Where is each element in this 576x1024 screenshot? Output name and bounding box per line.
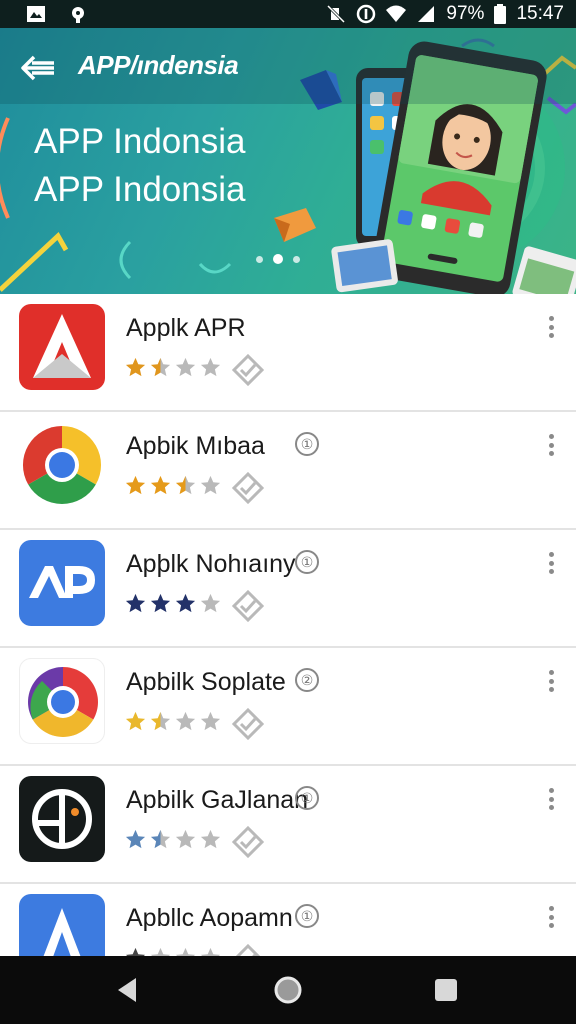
- notification-icon: [72, 7, 84, 23]
- star-icon: [125, 829, 146, 849]
- star-icon: [175, 357, 196, 377]
- list-item[interactable]: Apþlk Nohıaıny ①: [0, 530, 576, 648]
- star-icon: [200, 711, 221, 731]
- recents-square-icon[interactable]: [430, 974, 462, 1006]
- verified-badge-icon: [235, 944, 261, 956]
- star-icon: [175, 829, 196, 849]
- blue-a-logo-icon: [19, 894, 105, 956]
- star-icon: [125, 357, 146, 377]
- app-name: Apbik Mıbaa: [126, 432, 265, 460]
- red-a-logo-icon: [19, 304, 105, 390]
- dark-circle-logo-icon: [19, 776, 105, 862]
- update-badge: ②: [295, 668, 319, 692]
- app-name: Apbilk GaJlanan: [126, 786, 309, 814]
- list-item[interactable]: Applk APR: [0, 294, 576, 412]
- battery-icon: [494, 4, 507, 24]
- rating-stars: [124, 710, 222, 733]
- list-item[interactable]: Apbilk GaJlanan ①: [0, 766, 576, 884]
- star-icon: [150, 357, 171, 377]
- back-arrow-icon: [21, 55, 54, 81]
- star-icon: [175, 711, 196, 731]
- star-icon: [175, 593, 196, 613]
- banner-headline-line-1: APP Indonsia: [34, 122, 246, 161]
- rating-stars: [124, 828, 222, 851]
- star-icon: [200, 475, 221, 495]
- star-icon: [150, 475, 171, 495]
- star-icon: [175, 475, 196, 495]
- update-badge: ①: [295, 550, 319, 574]
- more-options-button[interactable]: [540, 430, 562, 460]
- more-options-button[interactable]: [540, 666, 562, 696]
- verified-badge-icon: [232, 826, 264, 858]
- star-icon: [125, 475, 146, 495]
- more-options-button[interactable]: [540, 784, 562, 814]
- star-icon: [175, 947, 196, 956]
- verified-badge-icon: [232, 590, 264, 622]
- app-name: Apbilk Soplate: [126, 668, 286, 696]
- banner-headline: APP Indonsia APP Indonsia: [34, 118, 245, 214]
- rating-stars: [124, 592, 222, 615]
- verified-badge-icon: [232, 708, 264, 740]
- verified-badge-icon: [232, 354, 264, 386]
- list-item[interactable]: Apbik Mıbaa ①: [0, 412, 576, 530]
- status-bar: 97% 15:47: [0, 0, 576, 28]
- battery-percent: 97%: [446, 3, 485, 24]
- clock: 15:47: [516, 3, 564, 24]
- update-badge: ①: [295, 432, 319, 456]
- more-options-button[interactable]: [540, 548, 562, 578]
- rating-stars: [124, 946, 222, 956]
- star-icon: [125, 593, 146, 613]
- chrome-logo-icon: [19, 422, 105, 508]
- star-icon: [125, 947, 146, 956]
- star-icon: [200, 829, 221, 849]
- star-icon: [150, 829, 171, 849]
- more-options-button[interactable]: [540, 902, 562, 932]
- update-badge: ①: [295, 786, 319, 810]
- star-icon: [200, 593, 221, 613]
- verified-badge-icon: [232, 472, 264, 504]
- list-item[interactable]: Apbilk Soplate ②: [0, 648, 576, 766]
- data-saver-icon: [357, 4, 376, 24]
- back-button[interactable]: [18, 50, 58, 86]
- list-item[interactable]: Apbllc Aopamn ①: [0, 884, 576, 956]
- carousel-dot[interactable]: [256, 255, 263, 263]
- home-circle-icon[interactable]: [272, 974, 304, 1006]
- rating-stars: [124, 356, 222, 379]
- app-name: Apbllc Aopamn: [126, 904, 293, 932]
- blue-ap-logo-icon: [19, 540, 105, 626]
- star-icon: [200, 947, 221, 956]
- star-icon: [150, 711, 171, 731]
- carousel-dot-active[interactable]: [273, 254, 283, 264]
- carousel-dot[interactable]: [293, 255, 300, 263]
- star-icon: [150, 947, 171, 956]
- back-triangle-icon[interactable]: [112, 974, 144, 1006]
- signal-icon: [418, 6, 435, 22]
- app-list: Applk APR Apbik Mıbaa ① Apþlk Nohıaıny ①…: [0, 294, 576, 956]
- app-name: Applk APR: [126, 314, 246, 342]
- banner-headline-line-2: APP Indonsia: [34, 170, 246, 209]
- carousel-indicator: [256, 254, 300, 264]
- chrome-variant-logo-icon: [19, 658, 105, 744]
- star-icon: [200, 357, 221, 377]
- wifi-icon: [386, 5, 407, 22]
- promo-banner[interactable]: APP/ındensia APP Indonsia APP Indonsia: [0, 28, 576, 294]
- update-badge: ①: [295, 904, 319, 928]
- star-icon: [150, 593, 171, 613]
- more-options-button[interactable]: [540, 312, 562, 342]
- star-icon: [125, 711, 146, 731]
- rating-stars: [124, 474, 222, 497]
- image-icon: [27, 6, 45, 22]
- app-name: Apþlk Nohıaıny: [126, 550, 296, 578]
- app-title: APP/ındensia: [78, 50, 239, 80]
- system-nav-bar: [0, 956, 576, 1024]
- mute-icon: [327, 4, 346, 24]
